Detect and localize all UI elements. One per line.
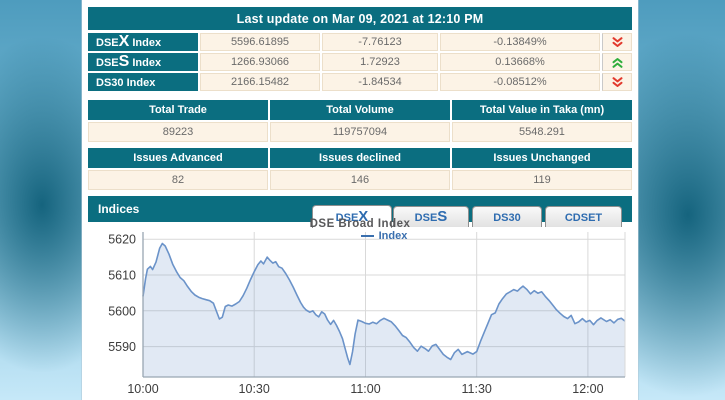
index-table: DSEX Index 5596.61895 -7.76123 -0.13849%…: [88, 33, 632, 91]
svg-text:5590: 5590: [108, 340, 136, 354]
last-update-banner: Last update on Mar 09, 2021 at 12:10 PM: [88, 7, 632, 30]
issues-header-cell: Issues declined: [270, 148, 450, 168]
svg-text:11:30: 11:30: [462, 382, 492, 396]
index-name-big-letter: S: [119, 53, 130, 70]
index-name-prefix: DSE: [96, 37, 119, 49]
trend-icon: [612, 37, 623, 48]
svg-text:5610: 5610: [108, 269, 136, 283]
issues-unchanged-value: 119: [452, 170, 632, 190]
chart-title: DSE Broad Index: [82, 218, 638, 230]
index-percent-cell: 0.13668%: [440, 53, 600, 71]
svg-text:5600: 5600: [108, 304, 136, 318]
index-name-big-letter: X: [119, 33, 130, 50]
index-name-suffix: Index: [129, 57, 161, 69]
svg-text:10:00: 10:00: [127, 382, 158, 396]
totals-header-row: Total Trade Total Volume Total Value in …: [88, 100, 632, 120]
issues-advanced-value: 82: [88, 170, 268, 190]
svg-text:11:00: 11:00: [350, 382, 380, 396]
last-update-text: Last update on Mar 09, 2021 at 12:10 PM: [237, 12, 484, 26]
index-value-cell: 1266.93066: [200, 53, 320, 71]
total-trade-value: 89223: [88, 122, 268, 142]
index-percent-cell: -0.08512%: [440, 73, 600, 91]
svg-text:12:00: 12:00: [572, 382, 603, 396]
totals-header-cell: Total Trade: [88, 100, 268, 120]
index-change-cell: -7.76123: [322, 33, 438, 51]
legend-label: Index: [379, 230, 408, 242]
index-name-cell: DSEX Index: [88, 33, 198, 51]
issues-value-row: 82 146 119: [88, 170, 632, 190]
chart-legend: Index: [143, 230, 625, 242]
legend-line-icon: [361, 235, 374, 237]
issues-header-row: Issues Advanced Issues declined Issues U…: [88, 148, 632, 168]
index-change-cell: 1.72923: [322, 53, 438, 71]
issues-header-cell: Issues Unchanged: [452, 148, 632, 168]
index-row: DSEX Index 5596.61895 -7.76123 -0.13849%: [88, 33, 632, 51]
index-row: DS30 Index 2166.15482 -1.84534 -0.08512%: [88, 73, 632, 91]
page-background: Last update on Mar 09, 2021 at 12:10 PM …: [0, 0, 725, 400]
totals-value-row: 89223 119757094 5548.291: [88, 122, 632, 142]
total-volume-value: 119757094: [270, 122, 450, 142]
svg-text:5620: 5620: [108, 233, 136, 247]
index-name-suffix: Index: [129, 37, 161, 49]
index-name-prefix: DSE: [96, 57, 119, 69]
market-summary-panel: Last update on Mar 09, 2021 at 12:10 PM …: [82, 0, 638, 400]
index-name-cell: DS30 Index: [88, 73, 198, 91]
index-row: DSES Index 1266.93066 1.72923 0.13668%: [88, 53, 632, 71]
total-taka-value: 5548.291: [452, 122, 632, 142]
index-change-cell: -1.84534: [322, 73, 438, 91]
totals-header-cell: Total Value in Taka (mn): [452, 100, 632, 120]
chart-plot-area: 5590 5600 5610 5620 10:00 10:30 11:00 11:30 12:0…: [82, 222, 638, 400]
index-percent-cell: -0.13849%: [440, 33, 600, 51]
trend-icon: [612, 57, 623, 68]
index-name-cell: DSES Index: [88, 53, 198, 71]
trend-icon-cell: [602, 33, 632, 51]
svg-text:10:30: 10:30: [239, 382, 270, 396]
index-value-cell: 2166.15482: [200, 73, 320, 91]
indices-section-title: Indices: [98, 202, 139, 216]
index-name-prefix: DS30: [96, 77, 124, 89]
trend-icon-cell: [602, 53, 632, 71]
totals-header-cell: Total Volume: [270, 100, 450, 120]
trend-icon-cell: [602, 73, 632, 91]
index-chart: Index 5590 5600 5610 5620 10:00 10:30 11:00 11:…: [82, 222, 638, 400]
trend-icon: [612, 77, 623, 88]
index-name-suffix: Index: [124, 77, 156, 89]
issues-declined-value: 146: [270, 170, 450, 190]
issues-header-cell: Issues Advanced: [88, 148, 268, 168]
index-value-cell: 5596.61895: [200, 33, 320, 51]
